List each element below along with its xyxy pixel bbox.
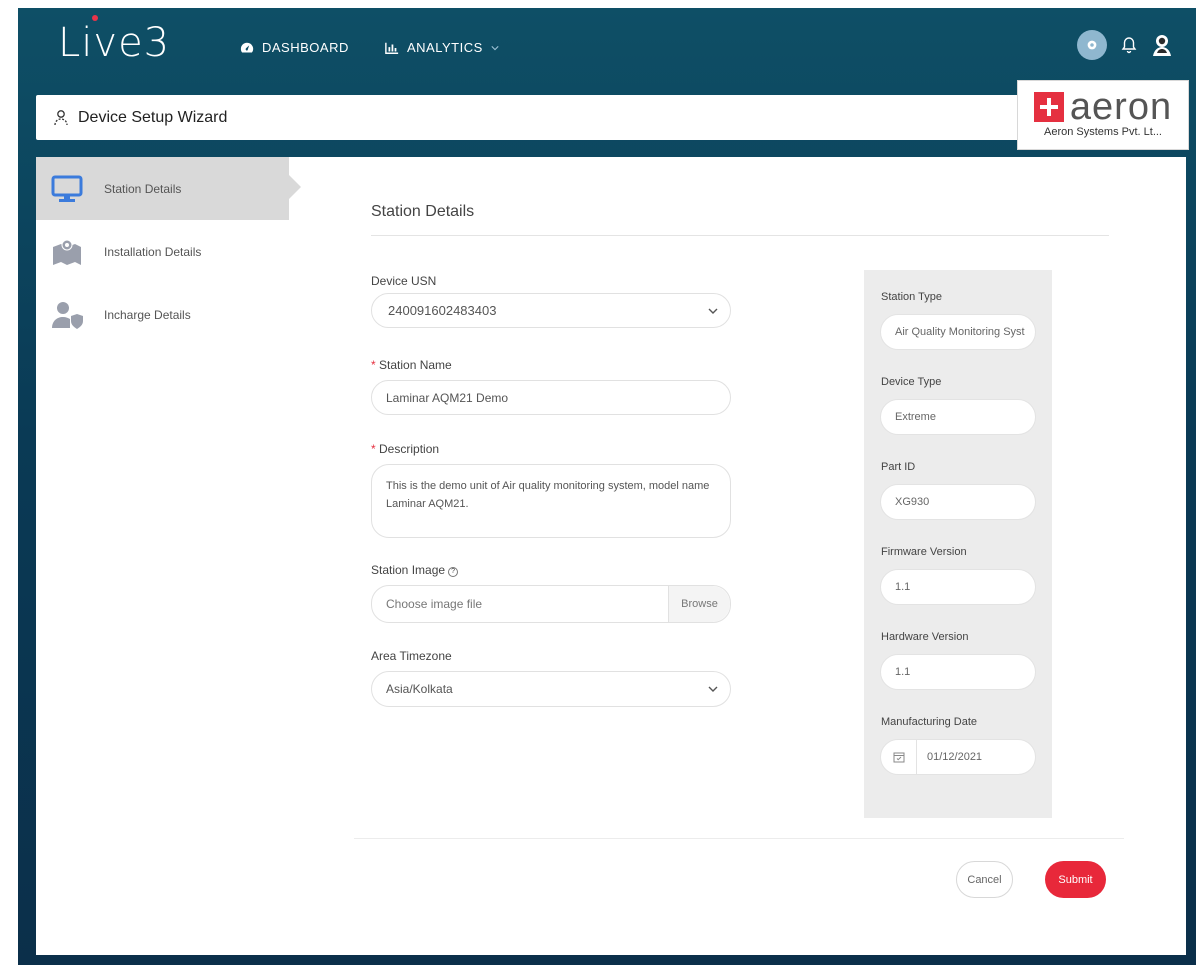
chevron-down-icon: [708, 308, 718, 314]
step-installation-details[interactable]: Installation Details: [36, 220, 291, 283]
description-value: This is the demo unit of Air quality mon…: [386, 480, 710, 510]
step-incharge-details[interactable]: Incharge Details: [36, 283, 291, 346]
part-id-label: Part ID: [881, 461, 916, 473]
brand-card: aeron Aeron Systems Pvt. Lt...: [1017, 80, 1189, 150]
timezone-label: Area Timezone: [371, 649, 452, 663]
monitor-icon: [50, 172, 84, 206]
nav-dashboard[interactable]: DASHBOARD: [240, 40, 349, 55]
chevron-down-icon: [491, 45, 499, 50]
station-name-label: * Station Name: [371, 358, 452, 372]
part-id-field[interactable]: XG930: [880, 484, 1036, 520]
submit-button[interactable]: Submit: [1045, 861, 1106, 898]
map-icon: [50, 235, 84, 269]
chevron-down-icon: [708, 686, 718, 692]
device-info-panel: Station Type Air Quality Monitoring Syst…: [864, 270, 1052, 818]
calendar-icon[interactable]: [881, 740, 917, 774]
manufacturing-date-value: 01/12/2021: [927, 751, 983, 763]
analytics-chart-icon: [385, 42, 399, 54]
app-logo[interactable]: Live3: [58, 20, 170, 66]
browse-button[interactable]: Browse: [668, 586, 730, 622]
step-label: Station Details: [104, 181, 182, 196]
device-usn-value: 240091602483403: [388, 303, 497, 318]
bell-icon[interactable]: [1121, 36, 1137, 54]
station-type-field[interactable]: Air Quality Monitoring Syst: [880, 314, 1036, 350]
firmware-version-label: Firmware Version: [881, 546, 967, 558]
wizard-content: Station Details Installation Details Inc…: [36, 157, 1186, 955]
timezone-value: Asia/Kolkata: [386, 682, 453, 696]
station-image-file-input[interactable]: Choose image file Browse: [371, 585, 731, 623]
description-textarea[interactable]: This is the demo unit of Air quality mon…: [371, 464, 731, 538]
nav-analytics-label: ANALYTICS: [407, 40, 483, 55]
settings-button[interactable]: [1077, 30, 1107, 60]
step-label: Installation Details: [104, 244, 202, 259]
nav-analytics[interactable]: ANALYTICS: [385, 40, 499, 55]
user-shield-icon: [50, 298, 84, 332]
description-label: * Description: [371, 442, 440, 456]
device-usn-label: Device USN: [371, 274, 437, 288]
help-icon[interactable]: ?: [448, 567, 459, 577]
logo-dot: [92, 15, 98, 21]
step-station-details[interactable]: Station Details: [36, 157, 301, 220]
section-title: Station Details: [371, 203, 475, 220]
nav-dashboard-label: DASHBOARD: [262, 40, 349, 55]
gear-icon: [1087, 40, 1097, 50]
firmware-version-field[interactable]: 1.1: [880, 569, 1036, 605]
station-name-value: Laminar AQM21 Demo: [386, 390, 509, 405]
device-type-label: Device Type: [881, 376, 942, 388]
brand-company: Aeron Systems Pvt. Lt...: [1044, 126, 1162, 138]
wizard-steps: Station Details Installation Details Inc…: [36, 157, 301, 346]
wizard-title: Device Setup Wizard: [78, 108, 228, 126]
manufacturing-date-field[interactable]: 01/12/2021: [880, 739, 1036, 775]
manufacturing-date-label: Manufacturing Date: [881, 716, 977, 728]
timezone-select[interactable]: Asia/Kolkata: [371, 671, 731, 707]
station-image-placeholder: Choose image file: [386, 597, 483, 611]
dashboard-gauge-icon: [240, 42, 254, 53]
footer-divider: [354, 838, 1124, 839]
device-usn-select[interactable]: 240091602483403: [371, 293, 731, 328]
hardware-version-label: Hardware Version: [881, 631, 969, 643]
section-divider: [371, 235, 1109, 236]
cancel-button[interactable]: Cancel: [956, 861, 1013, 898]
step-label: Incharge Details: [104, 307, 191, 322]
device-type-field[interactable]: Extreme: [880, 399, 1036, 435]
station-image-label: Station Image?: [371, 563, 459, 577]
aeron-logo-icon: [1033, 92, 1064, 122]
wizard-header: Device Setup Wizard: [36, 95, 1186, 140]
user-avatar-icon[interactable]: [1151, 33, 1173, 57]
brand-name: aeron: [1069, 86, 1173, 128]
hardware-version-field[interactable]: 1.1: [880, 654, 1036, 690]
station-type-label: Station Type: [881, 291, 942, 303]
station-name-input[interactable]: Laminar AQM21 Demo: [371, 380, 731, 415]
wizard-user-icon: [54, 109, 68, 125]
